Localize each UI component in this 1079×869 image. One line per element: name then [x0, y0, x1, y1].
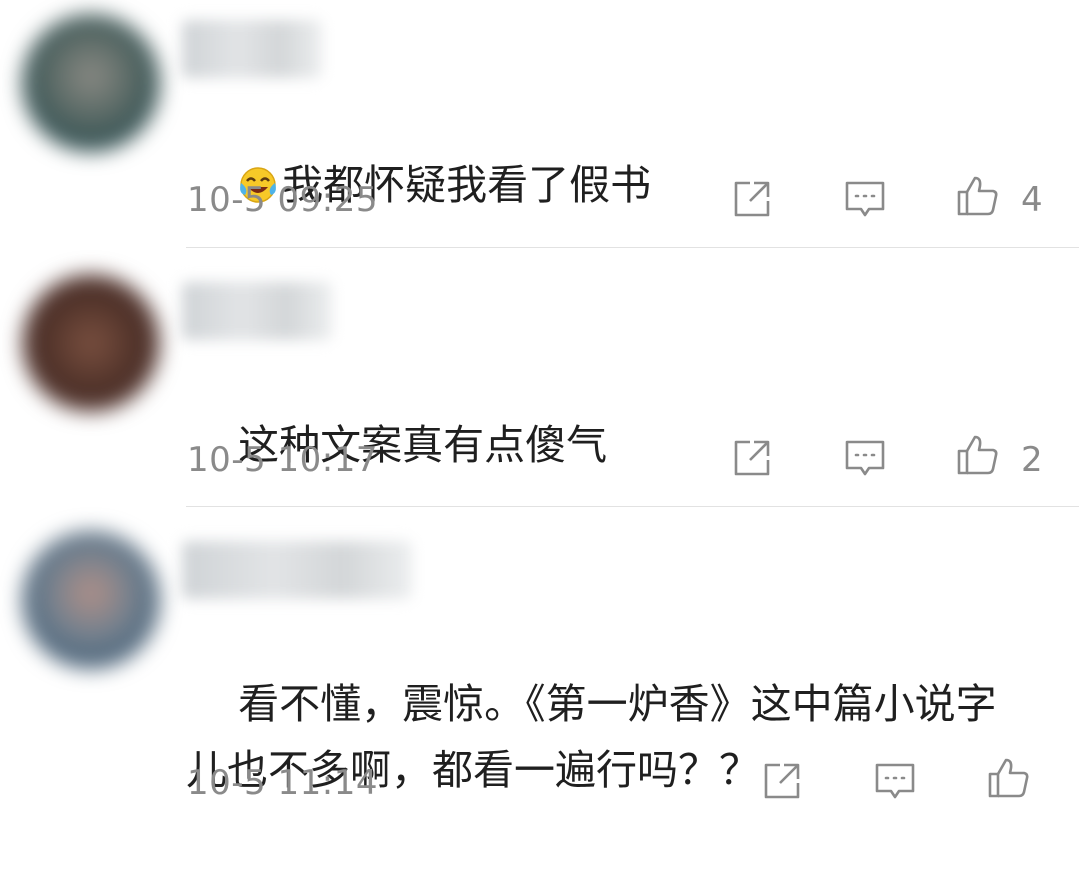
avatar[interactable] [22, 531, 160, 669]
comment-text: 看不懂，震惊。《第一炉香》这中篇小说字 儿也不多啊，都看一遍行吗？？ [186, 605, 1056, 869]
username-blurred[interactable] [182, 20, 322, 78]
comment-time: 10-5 10:17 [187, 440, 378, 480]
comment-time: 10-5 11:14 [187, 763, 378, 803]
username-blurred[interactable] [182, 282, 332, 340]
comment-item: 我都怀疑我看了假书 10-5 09:25 4 [0, 0, 1079, 248]
thumbs-up-icon[interactable] [955, 433, 999, 477]
share-icon[interactable] [760, 759, 804, 803]
comment-icon[interactable] [843, 177, 887, 221]
avatar[interactable] [22, 274, 160, 412]
share-icon[interactable] [730, 177, 774, 221]
comment-time: 10-5 09:25 [187, 180, 378, 220]
comment-icon[interactable] [843, 436, 887, 480]
like-count: 2 [1021, 440, 1043, 480]
comment-icon[interactable] [873, 759, 917, 803]
share-icon[interactable] [730, 436, 774, 480]
avatar[interactable] [22, 14, 160, 152]
thumbs-up-icon[interactable] [955, 174, 999, 218]
like-count: 4 [1021, 180, 1043, 220]
username-blurred[interactable] [182, 541, 412, 599]
comment-item: 这种文案真有点傻气 10-5 10:17 2 [0, 248, 1079, 506]
thumbs-up-icon[interactable] [986, 756, 1030, 800]
comment-item: 看不懂，震惊。《第一炉香》这中篇小说字 儿也不多啊，都看一遍行吗？？ 10-5 … [0, 507, 1079, 829]
